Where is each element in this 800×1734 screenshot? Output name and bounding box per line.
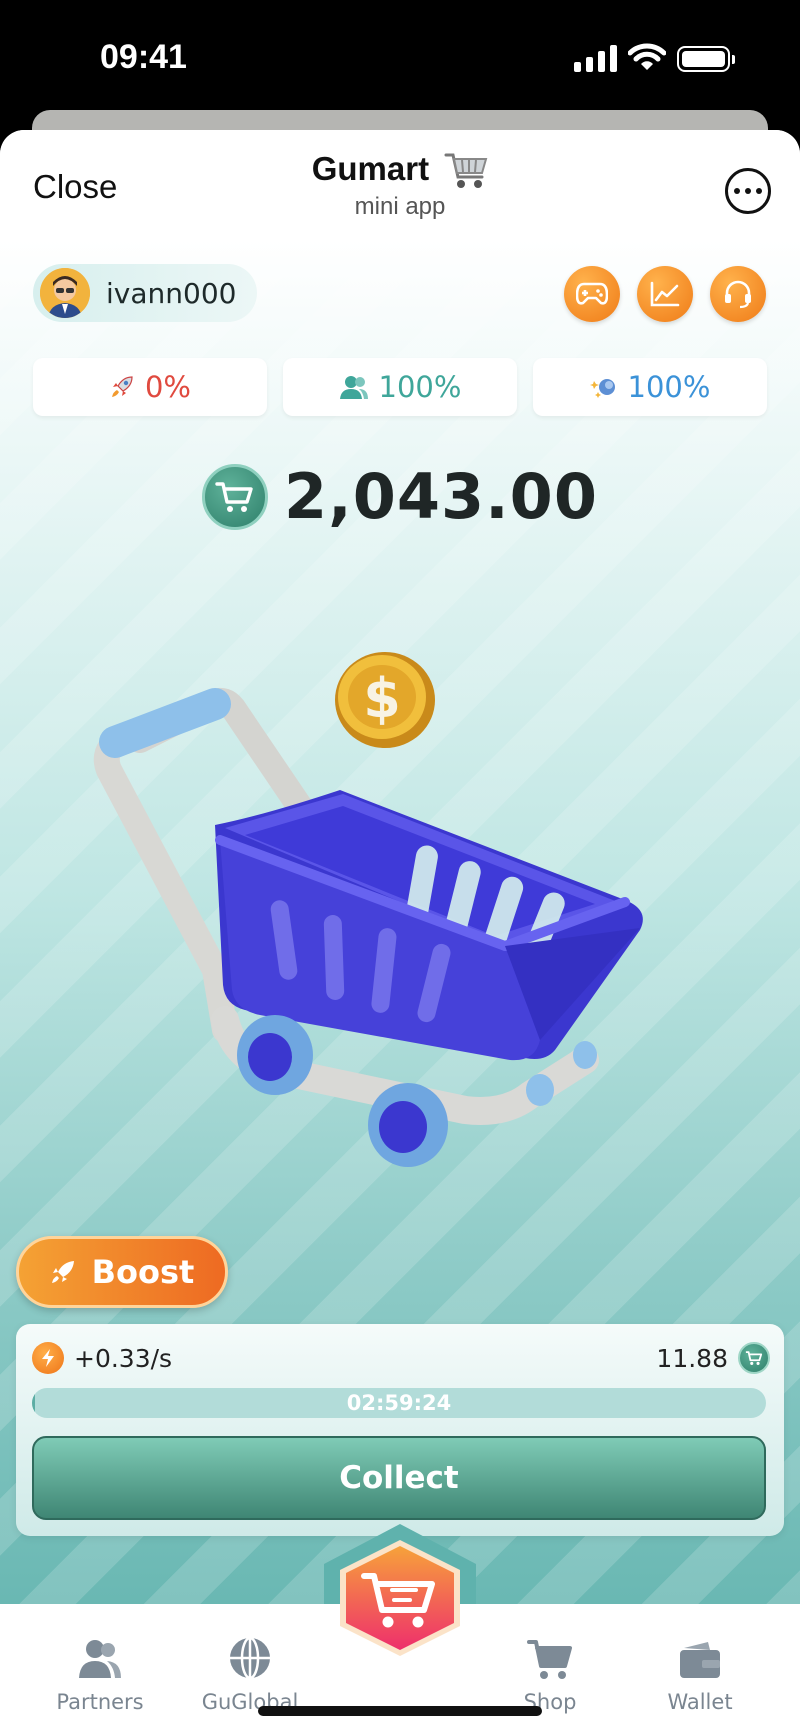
username: ivann000 (106, 276, 237, 310)
mining-rate-value: +0.33/s (74, 1343, 173, 1373)
close-button[interactable]: Close (33, 168, 117, 206)
mining-rate: +0.33/s (32, 1342, 172, 1374)
stat-card-boost: 0% (33, 358, 267, 416)
stat-value-partners: 100% (378, 370, 462, 404)
svg-text:$: $ (363, 667, 401, 730)
games-button[interactable] (564, 266, 620, 322)
rocket-icon (111, 376, 133, 397)
app-subtitle: mini app (354, 193, 446, 221)
mining-progress-bar: 02:59:24 (32, 1388, 766, 1418)
avatar (40, 268, 90, 318)
wallet-icon (680, 1642, 720, 1678)
wifi-icon (628, 43, 666, 70)
sparkle-icon (589, 379, 615, 398)
bolt-icon (32, 1342, 64, 1374)
status-time: 09:41 (100, 38, 187, 76)
more-options-button[interactable] (725, 168, 771, 214)
mini-app-sheet: Close Gumart mini app ivann000 0% 100% 1… (0, 130, 800, 1734)
stat-value-boost: 0% (144, 370, 191, 404)
headset-icon (725, 280, 751, 309)
nav-wallet[interactable]: Wallet (630, 1634, 770, 1714)
collect-button[interactable]: Collect (32, 1436, 766, 1520)
home-indicator (258, 1706, 542, 1716)
stats-button[interactable] (637, 266, 693, 322)
users-icon (339, 376, 368, 399)
stat-card-partners: 100% (283, 358, 517, 416)
status-bar: 09:41 (0, 0, 800, 120)
shop-cart-icon (527, 1640, 572, 1679)
balance-display: 2,043.00 (0, 460, 800, 533)
stat-card-energy: 100% (533, 358, 767, 416)
mining-timer: 02:59:24 (346, 1391, 452, 1415)
cellular-signal-icon (574, 44, 617, 72)
partners-icon (79, 1640, 121, 1678)
boost-button[interactable]: Boost (16, 1236, 228, 1308)
nav-partners[interactable]: Partners (30, 1634, 170, 1714)
support-button[interactable] (710, 266, 766, 322)
globe-icon (230, 1636, 270, 1680)
app-title-text: Gumart (311, 150, 430, 187)
mining-panel: +0.33/s 11.88 02:59:24 Collect (16, 1324, 784, 1536)
stat-value-energy: 100% (627, 370, 711, 404)
battery-icon (677, 46, 735, 72)
app-header: Close Gumart mini app (0, 130, 800, 240)
shopping-cart-illustration[interactable]: $ (85, 610, 725, 1170)
chart-line-icon (650, 281, 680, 307)
mined-amount: 11.88 (656, 1342, 770, 1374)
nav-shop[interactable]: Shop (480, 1634, 620, 1714)
rocket-icon (51, 1261, 74, 1283)
main-shop-button[interactable] (336, 1538, 464, 1658)
gumart-coin-icon (738, 1342, 770, 1374)
gamepad-icon (576, 282, 608, 305)
balance-value: 2,043.00 (284, 460, 598, 533)
floating-coin: $ (335, 652, 435, 748)
avatar-image (40, 268, 90, 318)
nav-guglobal[interactable]: GuGlobal (180, 1634, 320, 1714)
mined-amount-value: 11.88 (656, 1343, 728, 1373)
boost-label: Boost (91, 1253, 195, 1291)
nav-wallet-label: Wallet (667, 1690, 733, 1714)
gumart-coin-icon (202, 463, 269, 530)
app-title: Gumart (250, 150, 550, 191)
cart-emoji-icon (444, 153, 488, 189)
user-profile-chip[interactable]: ivann000 (33, 264, 257, 322)
title-block: Gumart mini app (250, 150, 550, 221)
collect-label: Collect (339, 1460, 459, 1496)
nav-partners-label: Partners (56, 1690, 144, 1714)
